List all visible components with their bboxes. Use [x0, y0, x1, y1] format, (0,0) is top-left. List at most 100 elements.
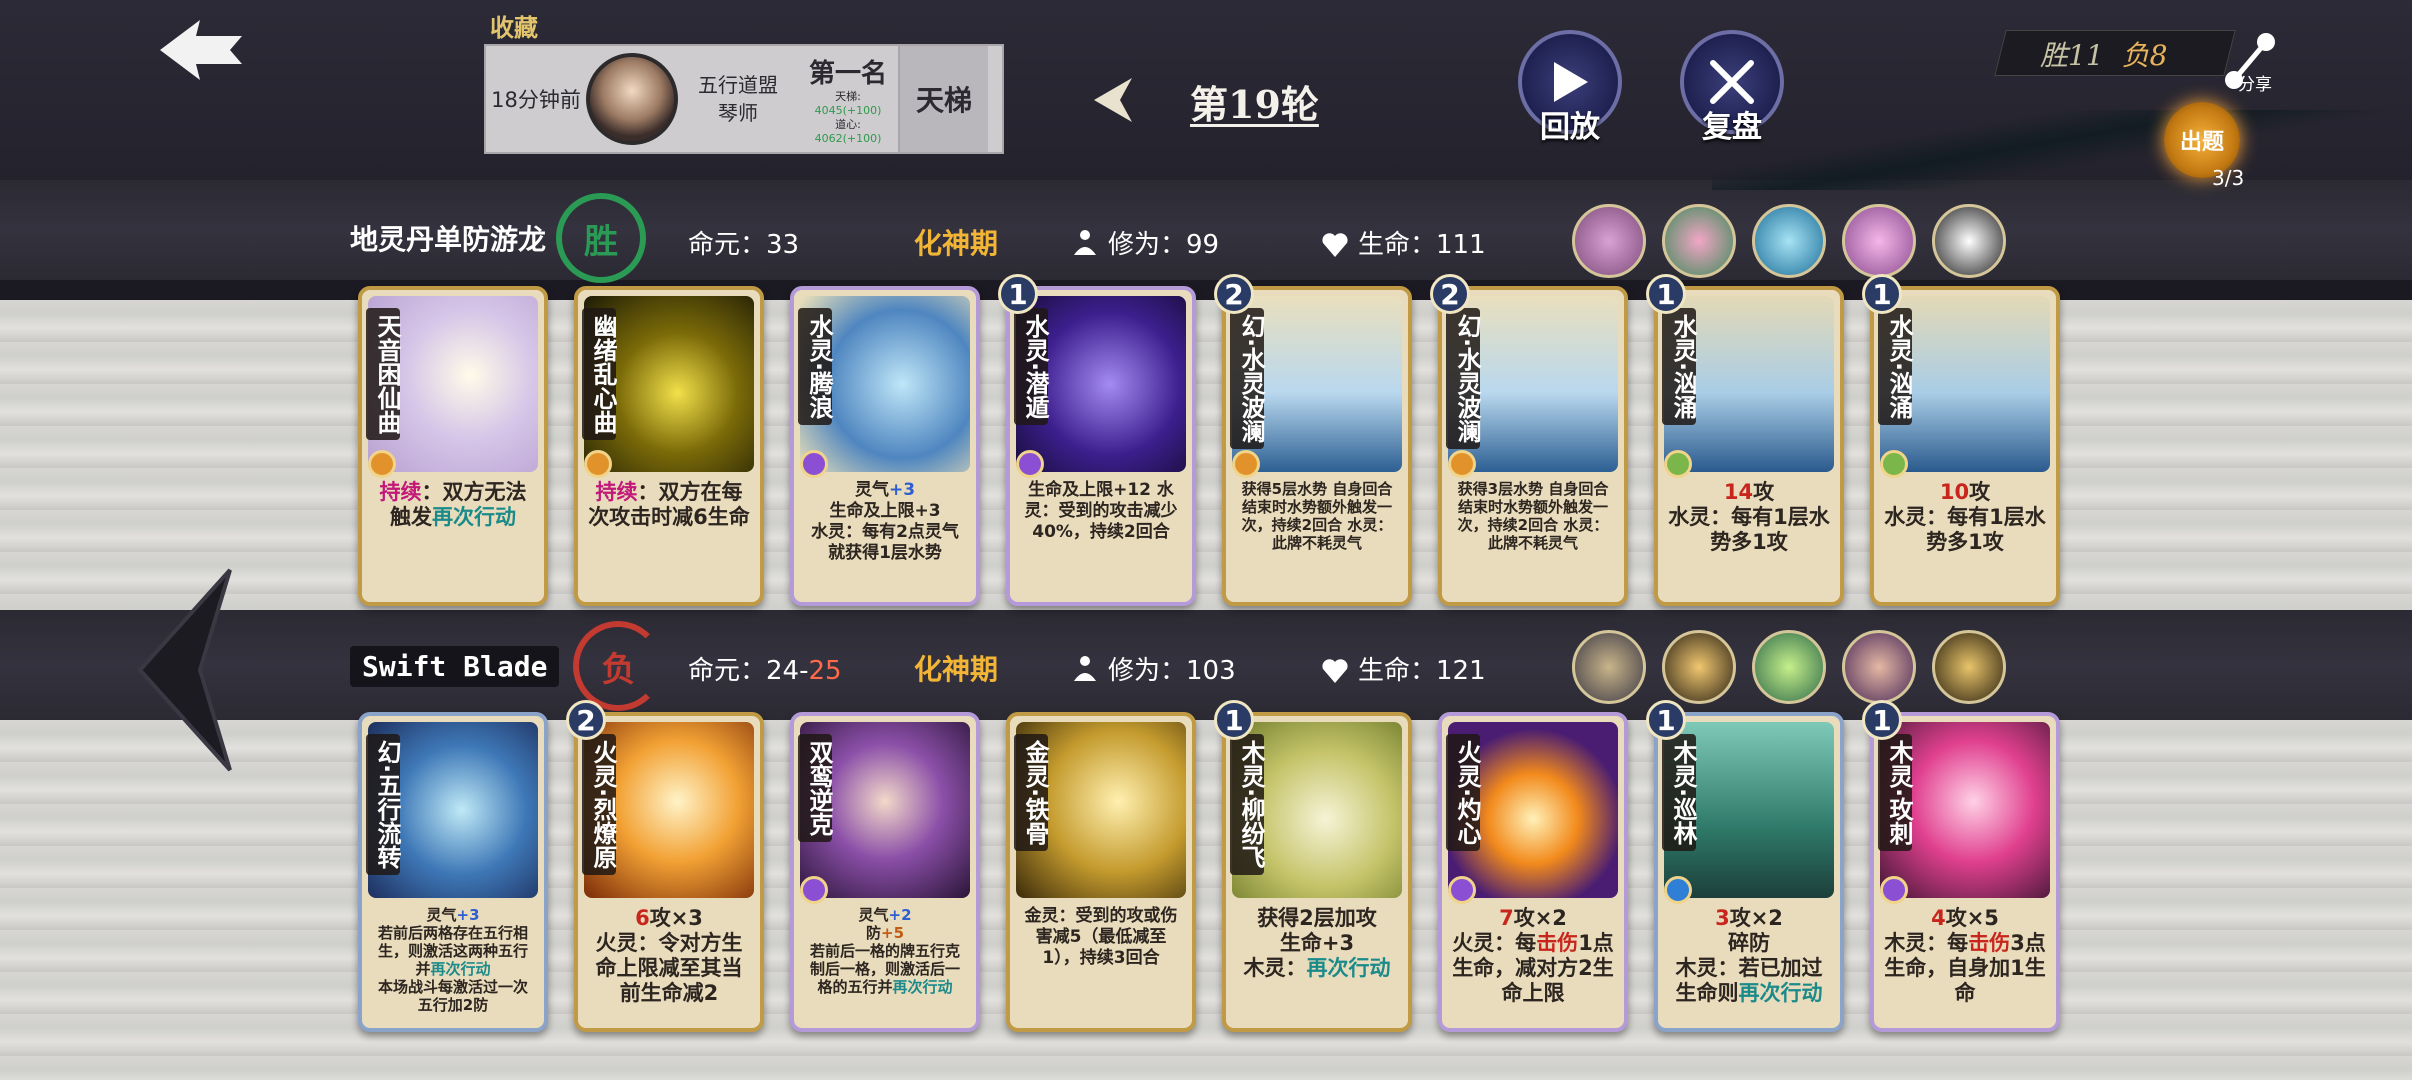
- element-gem-icon: [800, 450, 828, 478]
- meditation-icon: [1074, 230, 1096, 255]
- card-p1-8[interactable]: 水灵·汹涌 1 10攻 水灵：每有1层水势多1攻: [1862, 274, 2060, 606]
- round-prev-chevron-icon[interactable]: [1082, 70, 1142, 130]
- companion-girl-icon[interactable]: [1572, 204, 1646, 278]
- player1-health: 生命：111: [1320, 224, 1486, 261]
- ink-swirl-decoration: [1712, 110, 2412, 190]
- card-p1-6[interactable]: 幻·水灵波澜 2 获得3层水势 自身回合结束时水势额外触发一次，持续2回合 水灵…: [1430, 274, 1628, 606]
- companion-warrior-icon[interactable]: [1842, 630, 1916, 704]
- card-p1-3[interactable]: 水灵·腾浪 灵气+3 生命及上限+3 水灵：每有2点灵气就获得1层水势: [790, 286, 980, 606]
- card-name: 幻·水灵波澜: [1230, 308, 1265, 450]
- element-gem-icon: [1448, 876, 1476, 904]
- card-p2-1[interactable]: 幻·五行流转 灵气+3 若前后两格存在五行相生，则激活这两种五行并再次行动 本场战斗…: [358, 712, 548, 1032]
- card-name: 木灵·柳纷飞: [1230, 734, 1265, 876]
- opponent-avatar: [586, 53, 678, 145]
- feather-emblem-icon[interactable]: [1572, 630, 1646, 704]
- card-desc: 金灵：受到的攻或伤害减5（最低减至1），持续3回合: [1024, 906, 1178, 968]
- card-p2-5[interactable]: 木灵·柳纷飞 1 获得2层加攻 生命+3 木灵：再次行动: [1214, 700, 1412, 1032]
- element-gem-icon: [1664, 876, 1692, 904]
- card-p1-2[interactable]: 幽绪乱心曲 持续：双方在每次攻击时减6生命: [574, 286, 764, 606]
- card-p1-7[interactable]: 水灵·汹涌 1 14攻 水灵：每有1层水势多1攻: [1646, 274, 1844, 606]
- heart-drop-icon: [1322, 233, 1348, 257]
- element-gem-icon: [1448, 450, 1476, 478]
- player2-result-badge: 负: [573, 621, 664, 711]
- player2-info-row: Swift Blade 负: [350, 621, 664, 711]
- card-p2-3[interactable]: 双鸾逆克 灵气+2 防+5 若前后一格的牌五行克制后一格，则激活后一格的五行并再次行…: [790, 712, 980, 1032]
- card-p2-6[interactable]: 火灵·灼心 7攻×2 火灵：每击伤1点生命，减对方2生命上限: [1438, 712, 1628, 1032]
- element-gem-icon: [800, 876, 828, 904]
- card-name: 双鸾逆克: [798, 734, 833, 842]
- player1-card-row: 天音困仙曲 持续：双方无法触发再次行动 幽绪乱心曲 持续：双方在每次攻击时减6生…: [358, 274, 2060, 606]
- review-label: 复盘: [1702, 110, 1762, 145]
- card-desc: 7攻×2 火灵：每击伤1点生命，减对方2生命上限: [1452, 906, 1614, 1005]
- back-arrow-icon[interactable]: [150, 14, 250, 86]
- card-desc: 4攻×5 木灵：每击伤3点生命，自身加1生命: [1884, 906, 2046, 1005]
- quest-count: 3/3: [2212, 166, 2245, 190]
- card-p2-2[interactable]: 火灵·烈燎原 2 6攻×3 火灵：令对方生命上限减至其当前生命减2: [566, 700, 764, 1032]
- favorites-label[interactable]: 收藏: [490, 8, 538, 43]
- card-name: 水灵·汹涌: [1662, 308, 1697, 426]
- player1-companion-icons: [1572, 204, 2006, 278]
- play-icon: [1554, 62, 1588, 102]
- mode-ladder-label: 天梯: [898, 46, 988, 152]
- card-level-badge: 1: [1646, 274, 1686, 314]
- card-desc: 10攻 水灵：每有1层水势多1攻: [1884, 480, 2046, 554]
- green-crystal-icon[interactable]: [1752, 630, 1826, 704]
- card-p1-4[interactable]: 水灵·潜遁 1 生命及上限+12 水灵：受到的攻击减少40%，持续2回合: [998, 274, 1196, 606]
- card-name: 火灵·烈燎原: [582, 734, 617, 876]
- element-gem-icon: [1232, 450, 1260, 478]
- element-gem-icon: [584, 450, 612, 478]
- review-button[interactable]: 复盘: [1672, 30, 1792, 150]
- five-elements-wheel-icon[interactable]: [1662, 630, 1736, 704]
- card-p2-8[interactable]: 木灵·玫刺 1 4攻×5 木灵：每击伤3点生命，自身加1生命: [1862, 700, 2060, 1032]
- card-name: 天音困仙曲: [366, 308, 401, 440]
- pink-flower-icon[interactable]: [1662, 204, 1736, 278]
- card-p1-5[interactable]: 幻·水灵波澜 2 获得5层水势 自身回合结束时水势额外触发一次，持续2回合 水灵…: [1214, 274, 1412, 606]
- golden-figure-icon[interactable]: [1932, 630, 2006, 704]
- card-desc: 6攻×3 火灵：令对方生命上限减至其当前生命减2: [595, 906, 743, 1005]
- card-level-badge: 2: [1214, 274, 1254, 314]
- card-desc: 持续：双方在每次攻击时减6生命: [588, 480, 750, 529]
- player1-name: 地灵丹单防游龙: [350, 223, 547, 256]
- card-desc: 持续：双方无法触发再次行动: [379, 480, 527, 529]
- player1-result-badge: 胜: [556, 193, 647, 283]
- record-time: 18分钟前: [491, 88, 581, 112]
- card-level-badge: 1: [1646, 700, 1686, 740]
- card-name: 幻·水灵波澜: [1446, 308, 1481, 450]
- card-name: 火灵·灼心: [1446, 734, 1481, 852]
- card-desc: 获得2层加攻 生命+3 木灵：再次行动: [1243, 906, 1391, 980]
- card-desc: 灵气+2 防+5 若前后一格的牌五行克制后一格，则激活后一格的五行并再次行动: [809, 906, 960, 996]
- player2-life-origin: 命元：24-25: [688, 656, 842, 686]
- element-gem-icon: [368, 450, 396, 478]
- pink-fox-icon[interactable]: [1842, 204, 1916, 278]
- element-gem-icon: [1880, 450, 1908, 478]
- card-desc: 获得3层水势 自身回合结束时水势额外触发一次，持续2回合 水灵：此牌不耗灵气: [1457, 480, 1609, 552]
- card-p2-7[interactable]: 木灵·巡林 1 3攻×2 碎防 木灵：若已加过生命则再次行动: [1646, 700, 1844, 1032]
- match-record-card[interactable]: 18分钟前 五行道盟 琴师 第一名 天梯: 4045(+100) 道心: 406…: [484, 44, 1004, 154]
- yin-yang-icon[interactable]: [1932, 204, 2006, 278]
- card-desc: 3攻×2 碎防 木灵：若已加过生命则再次行动: [1675, 906, 1823, 1005]
- card-level-badge: 1: [998, 274, 1038, 314]
- element-gem-icon: [1664, 450, 1692, 478]
- card-name: 水灵·汹涌: [1878, 308, 1913, 426]
- water-swirl-icon[interactable]: [1752, 204, 1826, 278]
- card-p1-1[interactable]: 天音困仙曲 持续：双方无法触发再次行动: [358, 286, 548, 606]
- card-level-badge: 2: [1430, 274, 1470, 314]
- card-desc: 获得5层水势 自身回合结束时水势额外触发一次，持续2回合 水灵：此牌不耗灵气: [1241, 480, 1393, 552]
- card-name: 金灵·铁骨: [1014, 734, 1049, 852]
- replay-button[interactable]: 回放: [1510, 30, 1630, 150]
- big-left-arrow-icon[interactable]: [110, 560, 250, 780]
- record-name: 五行道盟 琴师: [698, 73, 778, 125]
- card-p2-4[interactable]: 金灵·铁骨 金灵：受到的攻或伤害减5（最低减至1），持续3回合: [1006, 712, 1196, 1032]
- card-desc: 灵气+3 生命及上限+3 水灵：每有2点灵气就获得1层水势: [811, 480, 959, 563]
- player1-realm: 化神期: [914, 227, 999, 260]
- card-name: 幻·五行流转: [366, 734, 401, 876]
- player2-card-row: 幻·五行流转 灵气+3 若前后两格存在五行相生，则激活这两种五行并再次行动 本场战斗…: [358, 700, 2060, 1032]
- card-level-badge: 1: [1862, 274, 1902, 314]
- card-name: 木灵·巡林: [1662, 734, 1697, 852]
- card-desc: 14攻 水灵：每有1层水势多1攻: [1668, 480, 1830, 554]
- element-gem-icon: [1880, 876, 1908, 904]
- round-label: 第19轮: [1190, 82, 1319, 127]
- card-name: 木灵·玫刺: [1878, 734, 1913, 852]
- meditation-icon: [1074, 656, 1096, 681]
- player1-info-row: 地灵丹单防游龙 胜: [350, 193, 647, 283]
